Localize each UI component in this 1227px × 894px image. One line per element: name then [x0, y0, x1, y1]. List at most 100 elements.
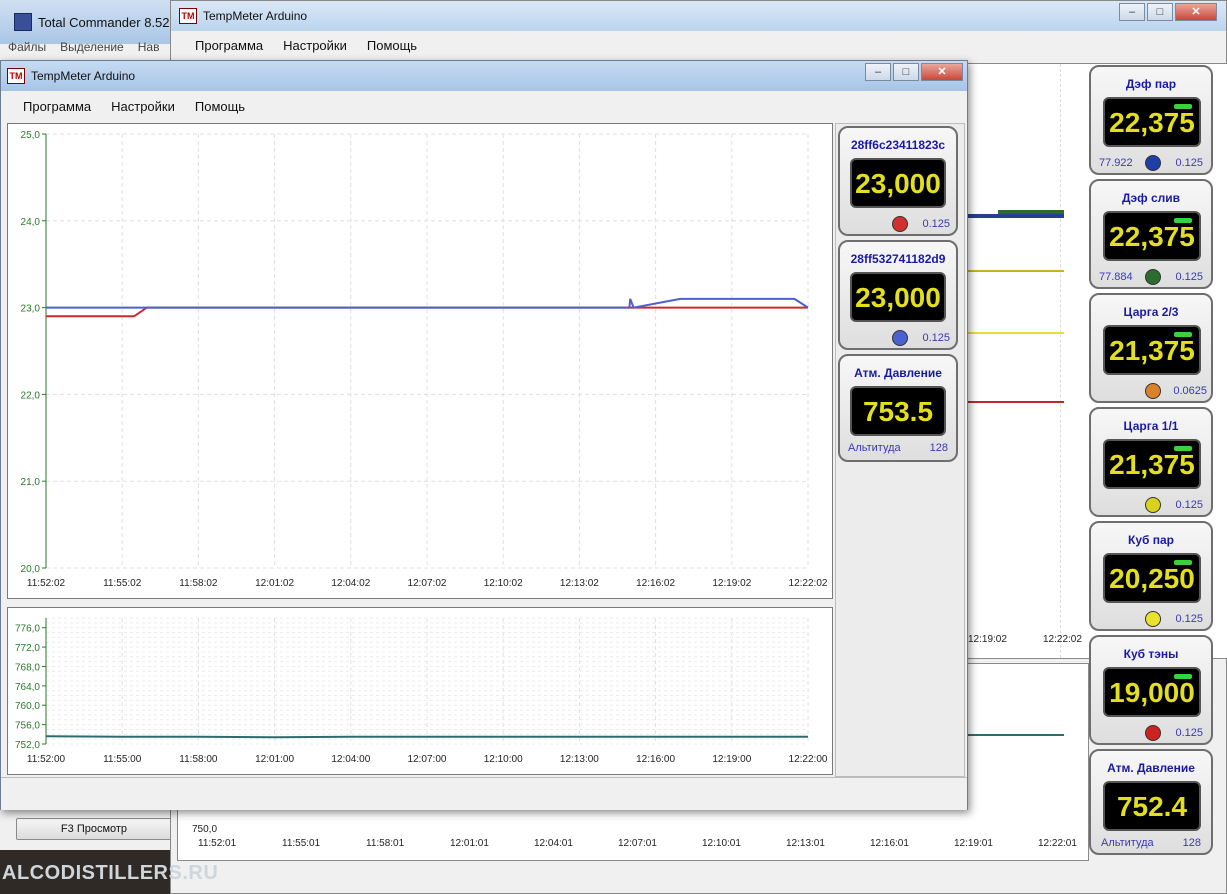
floppy-icon: [14, 13, 32, 31]
sensor-color-dot[interactable]: [1145, 269, 1161, 285]
bg-temp-x-tick: 12:19:02: [968, 634, 1007, 645]
sensor-color-dot[interactable]: [892, 330, 908, 346]
sensor-step: 0.125: [1175, 499, 1203, 511]
background-titlebar[interactable]: TM TempMeter Arduino: [171, 1, 1226, 31]
bg-pressure-x-tick: 12:22:01: [1038, 838, 1077, 849]
series-line-def-par: [968, 214, 1064, 218]
sensor-card[interactable]: 28ff6c23411823c 23,000 0.125: [838, 126, 958, 236]
x-tick-label: 12:22:00: [789, 754, 828, 765]
sensor-value: 22,375: [1109, 221, 1195, 252]
total-commander-titlebar[interactable]: Total Commander 8.52 -: [0, 0, 180, 44]
sensor-color-dot[interactable]: [1145, 383, 1161, 399]
sensor-step: 0.125: [922, 332, 950, 344]
sensor-display: 23,000: [850, 272, 946, 322]
front-tempmeter-window: TM TempMeter Arduino – □ ✕ Программа Нас…: [0, 60, 968, 810]
sensor-name: 28ff6c23411823c: [850, 138, 946, 152]
pressure-chart-panel: 11:52:00 11:55:00 11:58:00 12:01:00 12:04:00…: [7, 607, 833, 775]
bg-pressure-x-tick: 12:07:01: [618, 838, 657, 849]
bg-menu-help[interactable]: Помощь: [367, 38, 417, 53]
x-tick-label: 12:04:00: [331, 754, 370, 765]
x-tick-label: 11:58:02: [179, 578, 218, 589]
sensor-step: 0.125: [1175, 727, 1203, 739]
f3-view-button[interactable]: F3 Просмотр: [16, 818, 172, 840]
menu-settings[interactable]: Настройки: [111, 99, 175, 114]
series-line-yellow-2: [968, 332, 1064, 334]
total-commander-title: Total Commander 8.52 -: [38, 14, 178, 30]
sensor-display: 21,375: [1103, 439, 1201, 489]
pressure-chart: 11:52:00 11:55:00 11:58:00 12:01:00 12:04:00…: [15, 617, 828, 765]
tc-menu-selection[interactable]: Выделение: [60, 40, 124, 54]
bg-menu-settings[interactable]: Настройки: [283, 38, 347, 53]
sensor-color-dot[interactable]: [892, 216, 908, 232]
sensor-card[interactable]: Дэф пар 22,375 77.922 0.125: [1089, 65, 1213, 175]
pressure-name: Атм. Давление: [1107, 761, 1195, 775]
series-line-red: [968, 401, 1064, 403]
background-window-title: TempMeter Arduino: [203, 9, 308, 23]
y-tick-label: 768,0: [15, 662, 40, 673]
sensor-color-dot[interactable]: [1145, 611, 1161, 627]
sensor-color-dot[interactable]: [1145, 155, 1161, 171]
altitude-label: Альтитуда: [1101, 837, 1154, 849]
bg-pressure-x-tick: 11:58:01: [366, 838, 405, 849]
bg-pressure-x-tick: 12:16:01: [870, 838, 909, 849]
x-tick-label: 11:58:00: [179, 754, 218, 765]
menu-program[interactable]: Программа: [23, 99, 91, 114]
sensor-card[interactable]: Куб тэны 19,000 0.125: [1089, 635, 1213, 745]
sensor-value: 22,375: [1109, 107, 1195, 138]
bg-pressure-x-tick: 12:10:01: [702, 838, 741, 849]
background-menu-bar: Программа Настройки Помощь: [171, 31, 1226, 59]
y-tick-label: 23,0: [21, 304, 41, 315]
sensor-value: 20,250: [1109, 563, 1195, 594]
y-tick-label: 22,0: [21, 390, 41, 401]
x-tick-label: 12:13:02: [560, 578, 599, 589]
maximize-button[interactable]: □: [1147, 3, 1173, 21]
pressure-display: 752.4: [1103, 781, 1201, 831]
sensor-card[interactable]: Царга 2/3 21,375 0.0625: [1089, 293, 1213, 403]
sensor-card[interactable]: 28ff532741182d9 23,000 0.125: [838, 240, 958, 350]
y-tick-label: 21,0: [21, 477, 41, 488]
sensor-card[interactable]: Царга 1/1 21,375 0.125: [1089, 407, 1213, 517]
status-led: [1174, 332, 1192, 337]
series-line-def-sliv: [998, 210, 1064, 214]
status-led: [1174, 218, 1192, 223]
maximize-button[interactable]: □: [893, 63, 919, 81]
status-led: [1174, 446, 1192, 451]
close-button[interactable]: ✕: [921, 63, 963, 81]
minimize-button[interactable]: –: [1119, 3, 1145, 21]
app-icon: TM: [179, 8, 197, 24]
sensor-value: 21,375: [1109, 335, 1195, 366]
sensor-display: 22,375: [1103, 211, 1201, 261]
tc-menu-nav[interactable]: Нав: [138, 40, 160, 54]
bg-pressure-x-tick: 12:19:01: [954, 838, 993, 849]
menu-help[interactable]: Помощь: [195, 99, 245, 114]
y-tick-label: 24,0: [21, 217, 41, 228]
sensor-name: Дэф слив: [1121, 191, 1181, 205]
minimize-button[interactable]: –: [865, 63, 891, 81]
sensor-color-dot[interactable]: [1145, 725, 1161, 741]
pressure-card[interactable]: Атм. Давление 752.4 Альтитуда 128: [1089, 749, 1213, 855]
bg-pressure-x-tick: 12:04:01: [534, 838, 573, 849]
sensor-name: Царга 1/1: [1123, 419, 1179, 433]
front-menu-bar: Программа Настройки Помощь: [1, 94, 245, 118]
bg-menu-program[interactable]: Программа: [195, 38, 263, 53]
sensor-extra-value: 77.884: [1099, 271, 1133, 283]
front-titlebar[interactable]: TM TempMeter Arduino: [1, 61, 967, 91]
sensor-card[interactable]: Дэф слив 22,375 77.884 0.125: [1089, 179, 1213, 289]
pressure-card[interactable]: Атм. Давление 753.5 Альтитуда 128: [838, 354, 958, 462]
close-button[interactable]: ✕: [1175, 3, 1217, 21]
sensor-card[interactable]: Куб пар 20,250 0.125: [1089, 521, 1213, 631]
series-line-pressure: [968, 734, 1064, 736]
sensor-name: Царга 2/3: [1123, 305, 1179, 319]
background-window-controls: – □ ✕: [1117, 3, 1217, 21]
altitude-label: Альтитуда: [848, 442, 901, 454]
sensor-value: 23,000: [855, 168, 941, 199]
x-tick-label: 11:55:02: [103, 578, 142, 589]
front-window-title: TempMeter Arduino: [31, 69, 136, 83]
sensor-value: 19,000: [1109, 677, 1195, 708]
y-tick-label: 20,0: [21, 564, 41, 575]
series-line-yellow-1: [968, 270, 1064, 272]
sensor-color-dot[interactable]: [1145, 497, 1161, 513]
y-tick-label: 760,0: [15, 701, 40, 712]
tc-menu-files[interactable]: Файлы: [8, 40, 46, 54]
pressure-value: 752.4: [1116, 791, 1188, 822]
